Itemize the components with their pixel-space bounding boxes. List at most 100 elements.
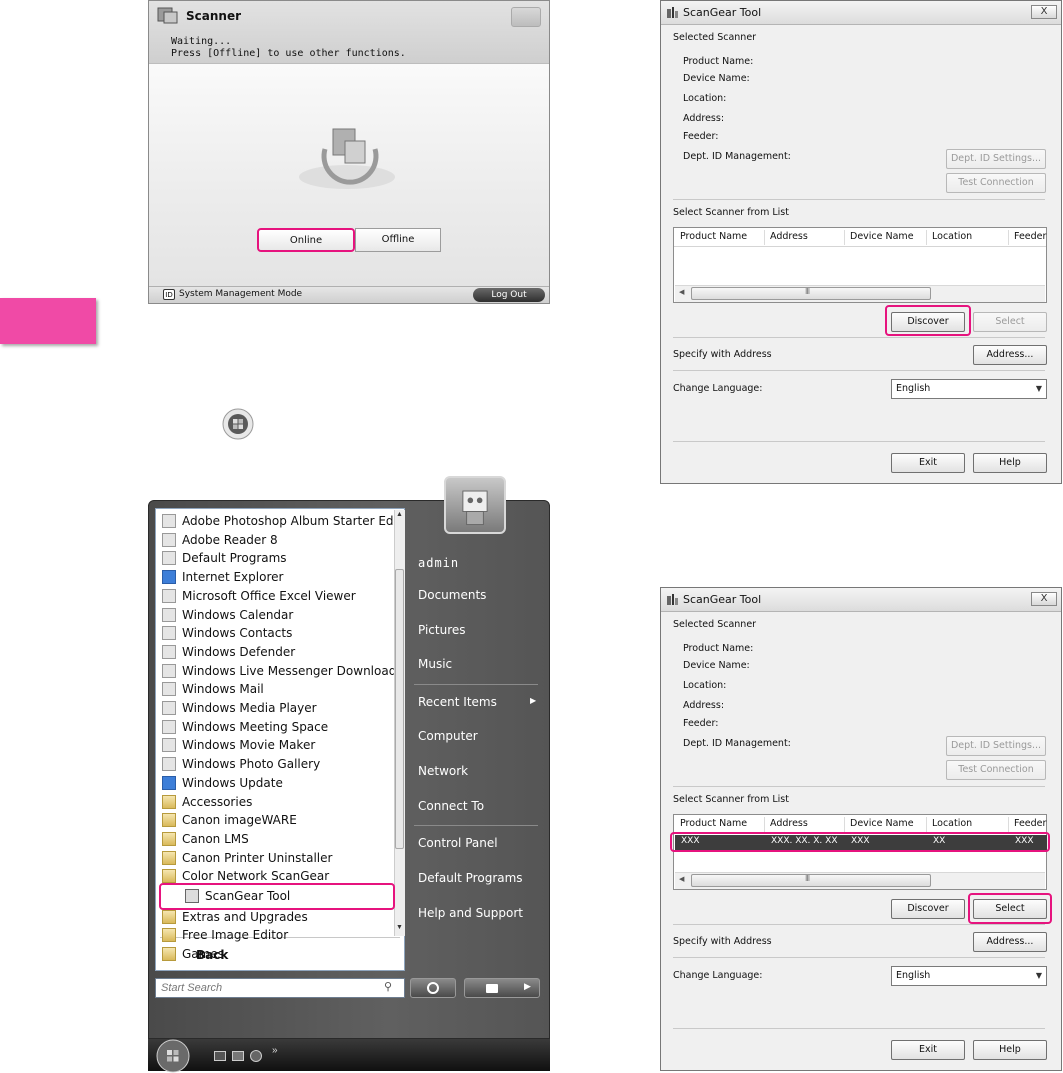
- start-orb-icon[interactable]: [156, 1039, 190, 1073]
- select-button[interactable]: Select: [973, 312, 1047, 332]
- column-separator: [844, 817, 845, 832]
- column-header[interactable]: Device Name: [850, 818, 914, 829]
- start-right-item[interactable]: Default Programs: [418, 871, 523, 885]
- program-item[interactable]: Windows Movie Maker: [156, 736, 394, 755]
- program-item[interactable]: Windows Photo Gallery: [156, 755, 394, 774]
- address-button[interactable]: Address...: [973, 345, 1047, 365]
- program-item[interactable]: Canon LMS: [156, 830, 394, 849]
- start-right-item[interactable]: Control Panel: [418, 836, 498, 850]
- column-header[interactable]: Feeder: [1014, 818, 1046, 829]
- program-item[interactable]: Windows Meeting Space: [156, 718, 394, 737]
- column-separator: [1008, 230, 1009, 245]
- program-item[interactable]: Default Programs: [156, 549, 394, 568]
- scangear-dialog-top: ScanGear Tool X Selected Scanner Product Na…: [660, 0, 1062, 484]
- start-right-item[interactable]: Pictures: [418, 623, 466, 637]
- language-select[interactable]: English ▼: [891, 379, 1047, 399]
- contacts-icon: [162, 626, 176, 641]
- column-header[interactable]: Device Name: [850, 231, 914, 242]
- column-header[interactable]: Location: [932, 231, 972, 242]
- program-item[interactable]: Adobe Reader 8: [156, 531, 394, 550]
- close-button[interactable]: X: [1031, 592, 1057, 606]
- list-horizontal-scrollbar[interactable]: ◀ III: [675, 872, 1045, 889]
- program-item[interactable]: Windows Live Messenger Download: [156, 662, 394, 681]
- program-item[interactable]: Windows Contacts: [156, 624, 394, 643]
- log-out-button[interactable]: Log Out: [473, 288, 545, 302]
- scroll-left-icon[interactable]: ◀: [679, 875, 684, 883]
- start-right-item[interactable]: Help and Support: [418, 906, 523, 920]
- exit-button[interactable]: Exit: [891, 453, 965, 473]
- program-label: Windows Defender: [182, 644, 296, 659]
- program-item[interactable]: Adobe Photoshop Album Starter Edition: [156, 512, 394, 531]
- program-item[interactable]: Canon Printer Uninstaller: [156, 849, 394, 868]
- calendar-icon: [162, 607, 176, 622]
- dept-id-settings-button[interactable]: Dept. ID Settings...: [946, 736, 1046, 756]
- scangear-dialog-bottom: ScanGear Tool X Selected Scanner Product Na…: [660, 587, 1062, 1071]
- start-search-input[interactable]: Start Search: [155, 978, 405, 998]
- language-select[interactable]: English ▼: [891, 966, 1047, 986]
- test-connection-button[interactable]: Test Connection: [946, 760, 1046, 780]
- program-item[interactable]: Windows Update: [156, 774, 394, 793]
- scroll-down-icon[interactable]: ▼: [394, 924, 405, 931]
- column-header[interactable]: Location: [932, 818, 972, 829]
- program-item[interactable]: Microsoft Office Excel Viewer: [156, 587, 394, 606]
- more-chevron-icon[interactable]: »: [272, 1045, 278, 1056]
- folder-icon: [162, 794, 176, 809]
- start-right-item[interactable]: Computer: [418, 729, 478, 743]
- program-item[interactable]: Games: [156, 945, 394, 964]
- ie-quicklaunch-icon[interactable]: [250, 1050, 262, 1062]
- list-scroll-thumb[interactable]: [691, 287, 931, 300]
- help-button[interactable]: Help: [973, 1040, 1047, 1060]
- program-item[interactable]: Windows Mail: [156, 680, 394, 699]
- scanner-top-button[interactable]: [511, 7, 541, 27]
- scanner-panel: Scanner Waiting... Press [Offline] to us…: [148, 0, 550, 304]
- scroll-up-icon[interactable]: ▲: [394, 511, 405, 518]
- show-desktop-icon[interactable]: [214, 1051, 226, 1061]
- test-connection-button[interactable]: Test Connection: [946, 173, 1046, 193]
- folder-icon: [162, 947, 176, 962]
- address-button[interactable]: Address...: [973, 932, 1047, 952]
- program-item[interactable]: Color Network ScanGear: [156, 867, 394, 886]
- arrow-right-icon[interactable]: ▶: [524, 981, 531, 992]
- column-header[interactable]: Feeder: [1014, 231, 1046, 242]
- switch-windows-icon[interactable]: [232, 1051, 244, 1061]
- program-item[interactable]: Windows Media Player: [156, 699, 394, 718]
- start-right-item[interactable]: Recent Items: [418, 695, 497, 709]
- column-header[interactable]: Product Name: [680, 818, 747, 829]
- scroll-left-icon[interactable]: ◀: [679, 288, 684, 296]
- program-item[interactable]: Windows Defender: [156, 643, 394, 662]
- exit-button[interactable]: Exit: [891, 1040, 965, 1060]
- column-header[interactable]: Address: [770, 231, 808, 242]
- scroll-grip: III: [805, 287, 810, 296]
- discover-button[interactable]: Discover: [891, 899, 965, 919]
- program-item[interactable]: Extras and Upgrades: [156, 908, 394, 927]
- program-item[interactable]: Canon imageWARE: [156, 811, 394, 830]
- column-header[interactable]: Address: [770, 818, 808, 829]
- offline-button[interactable]: Offline: [355, 228, 441, 252]
- program-label: Windows Meeting Space: [182, 719, 329, 734]
- column-header[interactable]: Product Name: [680, 231, 747, 242]
- close-button[interactable]: X: [1031, 5, 1057, 19]
- help-button[interactable]: Help: [973, 453, 1047, 473]
- program-item[interactable]: Free Image Editor: [156, 926, 394, 945]
- program-item[interactable]: Windows Calendar: [156, 606, 394, 625]
- scanner-field-label: Dept. ID Management:: [683, 738, 791, 749]
- update-icon: [162, 775, 176, 790]
- programs-scroll-thumb[interactable]: [395, 569, 404, 849]
- search-icon[interactable]: ⚲: [384, 980, 392, 993]
- power-icon: [427, 982, 439, 994]
- program-item[interactable]: Accessories: [156, 793, 394, 812]
- scangear-tool-item[interactable]: ScanGear Tool: [159, 883, 395, 910]
- start-right-item[interactable]: admin: [418, 556, 459, 570]
- start-right-item[interactable]: Network: [418, 764, 468, 778]
- scanner-field-label: Feeder:: [683, 131, 719, 142]
- scanner-icon: [157, 7, 178, 24]
- list-scroll-thumb[interactable]: [691, 874, 931, 887]
- program-item[interactable]: Internet Explorer: [156, 568, 394, 587]
- program-label: Microsoft Office Excel Viewer: [182, 588, 356, 603]
- dept-id-settings-button[interactable]: Dept. ID Settings...: [946, 149, 1046, 169]
- online-button[interactable]: Online: [257, 228, 355, 252]
- start-right-item[interactable]: Documents: [418, 588, 486, 602]
- start-right-item[interactable]: Music: [418, 657, 452, 671]
- list-horizontal-scrollbar[interactable]: ◀ III: [675, 285, 1045, 302]
- start-right-item[interactable]: Connect To: [418, 799, 484, 813]
